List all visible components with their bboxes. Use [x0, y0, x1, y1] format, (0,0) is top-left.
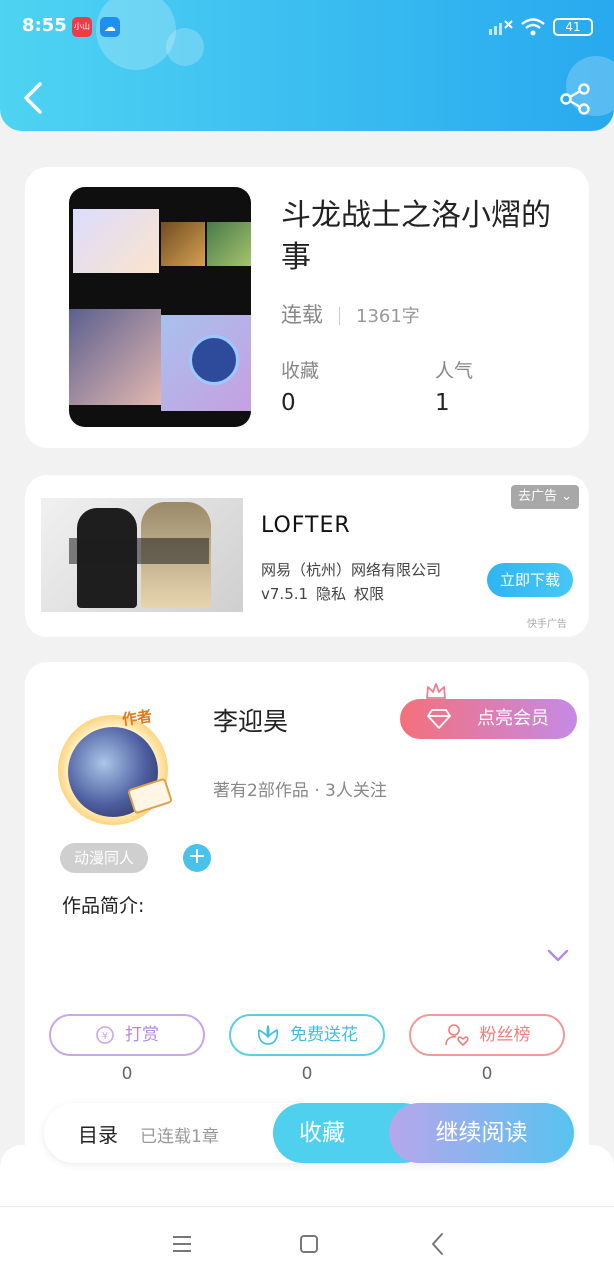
author-name: 李迎昊: [213, 707, 289, 736]
chapter-status: 已连载1章: [140, 1127, 219, 1147]
share-icon[interactable]: [558, 82, 592, 116]
book-title: 斗龙战士之洛小熠的事: [281, 198, 551, 275]
app-notification-icon: 小山: [72, 17, 92, 37]
add-tag-button[interactable]: +: [183, 844, 211, 872]
book-info-card: 斗龙战士之洛小熠的事 连载 1361字 收藏 0 人气 1: [25, 167, 589, 448]
menu-icon[interactable]: [170, 1233, 194, 1255]
signal-icon: [489, 20, 513, 35]
flower-count: 0: [301, 1064, 313, 1084]
ad-download-button[interactable]: 立即下载: [487, 563, 573, 597]
favorites-value: 0: [281, 390, 296, 416]
ad-source: 快手广告: [527, 619, 567, 630]
ad-privacy-link[interactable]: 隐私: [316, 585, 346, 603]
reward-label: 打赏: [125, 1025, 159, 1045]
send-flower-button[interactable]: 免费送花: [229, 1014, 385, 1056]
vip-button[interactable]: 点亮会员: [400, 699, 577, 739]
avatar[interactable]: 作者: [50, 707, 178, 825]
bottom-action-bar: 目录 已连载1章 收藏 继续阅读: [44, 1103, 574, 1163]
system-nav-bar: [0, 1206, 614, 1280]
cloud-notification-icon: ☁: [100, 17, 120, 37]
vip-label: 点亮会员: [477, 708, 549, 729]
fans-ranking-label: 粉丝榜: [479, 1025, 531, 1045]
genre-tag[interactable]: 动漫同人: [60, 843, 149, 873]
remove-ad-button[interactable]: 去广告 ⌄: [511, 485, 579, 509]
yen-icon: ¥: [96, 1026, 114, 1044]
wifi-icon: [521, 18, 545, 36]
ad-image[interactable]: [41, 498, 243, 612]
ad-version: v7.5.1: [261, 585, 309, 603]
ad-company: 网易（杭州）网络有限公司: [261, 561, 442, 579]
nav-back-icon[interactable]: [428, 1231, 448, 1257]
chevron-down-icon: ⌄: [561, 489, 573, 504]
favorites-label: 收藏: [281, 360, 320, 382]
intro-label: 作品简介:: [62, 895, 145, 917]
ad-card[interactable]: 去广告 ⌄ LOFTER 网易（杭州）网络有限公司 v7.5.1 隐私 权限 立即下…: [25, 475, 589, 637]
word-count: 1361字: [356, 306, 420, 327]
ad-title: LOFTER: [261, 513, 351, 538]
book-status: 连载: [281, 303, 323, 327]
back-arrow-icon[interactable]: [18, 80, 50, 116]
reward-button[interactable]: ¥ 打赏: [49, 1014, 205, 1056]
fans-ranking-button[interactable]: 粉丝榜: [409, 1014, 565, 1056]
fans-count: 0: [481, 1064, 493, 1084]
user-heart-icon: [444, 1024, 469, 1046]
ad-permissions-link[interactable]: 权限: [354, 585, 384, 603]
send-flower-label: 免费送花: [290, 1025, 358, 1045]
chevron-down-icon[interactable]: [547, 948, 569, 964]
popularity-value: 1: [435, 390, 450, 416]
diamond-icon: [427, 709, 451, 729]
remove-ad-label: 去广告: [517, 489, 557, 504]
popularity-label: 人气: [435, 360, 474, 382]
author-badge: 作者: [120, 706, 154, 729]
svg-text:¥: ¥: [102, 1031, 108, 1042]
home-icon[interactable]: [298, 1233, 320, 1255]
book-meta: 连载 1361字: [281, 299, 420, 329]
battery-icon: 41: [553, 18, 593, 36]
author-stats: 著有2部作品 · 3人关注: [213, 781, 387, 801]
crown-icon: [426, 683, 446, 699]
flower-icon: [257, 1025, 279, 1045]
continue-reading-button[interactable]: 继续阅读: [389, 1103, 574, 1163]
decor-bubble: [166, 28, 204, 66]
header: 8:55 小山 ☁ 41: [0, 0, 614, 131]
status-time: 8:55: [22, 15, 67, 36]
table-of-contents-button[interactable]: 目录: [78, 1119, 118, 1148]
ad-version-row: v7.5.1 隐私 权限: [261, 583, 392, 604]
book-cover-image[interactable]: [69, 187, 251, 427]
reward-count: 0: [121, 1064, 133, 1084]
